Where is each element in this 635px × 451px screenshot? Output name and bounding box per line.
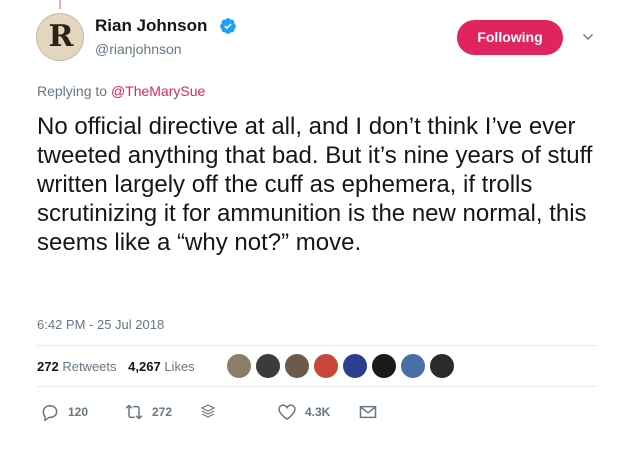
likers-avatars (226, 353, 458, 379)
following-button[interactable]: Following (457, 20, 563, 55)
liker-avatar[interactable] (313, 353, 339, 379)
liker-avatar[interactable] (400, 353, 426, 379)
reply-count: 120 (68, 405, 89, 419)
author-handle[interactable]: @rianjohnson (95, 41, 182, 57)
liker-avatar[interactable] (226, 353, 252, 379)
reply-icon (42, 404, 58, 422)
divider (37, 345, 597, 346)
likes-label: Likes (164, 359, 195, 374)
liker-avatar[interactable] (255, 353, 281, 379)
liker-avatar[interactable] (342, 353, 368, 379)
retweet-icon (125, 404, 143, 420)
share-action[interactable] (358, 402, 378, 422)
tweet-stats: 272 Retweets 4,267 Likes (37, 359, 203, 374)
replying-to: Replying to @TheMarySue (37, 83, 205, 99)
liker-avatar[interactable] (429, 353, 455, 379)
direct-message-action[interactable] (200, 402, 216, 420)
likes-count: 4,267 (128, 359, 161, 374)
divider (37, 386, 597, 387)
retweet-count: 272 (152, 405, 173, 419)
heart-icon (278, 404, 296, 421)
verified-badge-icon (220, 18, 236, 34)
like-action[interactable]: 4.3K (277, 402, 330, 422)
avatar-letter: R (48, 19, 74, 54)
author-name[interactable]: Rian Johnson (95, 16, 207, 36)
avatar[interactable]: R (36, 13, 84, 61)
reply-target-link[interactable]: @TheMarySue (111, 83, 205, 99)
retweets-label: Retweets (62, 359, 117, 374)
thread-connector-line (59, 0, 61, 9)
layers-icon (200, 404, 216, 418)
tweet-text: No official directive at all, and I don’… (37, 113, 593, 256)
liker-avatar[interactable] (371, 353, 397, 379)
retweet-action[interactable]: 272 (124, 402, 172, 422)
liker-avatar[interactable] (284, 353, 310, 379)
chevron-down-icon[interactable] (582, 31, 594, 43)
likes-stat[interactable]: 4,267 Likes (128, 359, 195, 374)
replying-to-prefix: Replying to (37, 83, 108, 99)
like-count: 4.3K (305, 405, 331, 419)
reply-action[interactable]: 120 (40, 402, 88, 422)
retweets-stat[interactable]: 272 Retweets (37, 359, 117, 374)
envelope-icon (359, 405, 377, 419)
tweet-timestamp[interactable]: 6:42 PM - 25 Jul 2018 (37, 317, 164, 332)
retweets-count: 272 (37, 359, 59, 374)
